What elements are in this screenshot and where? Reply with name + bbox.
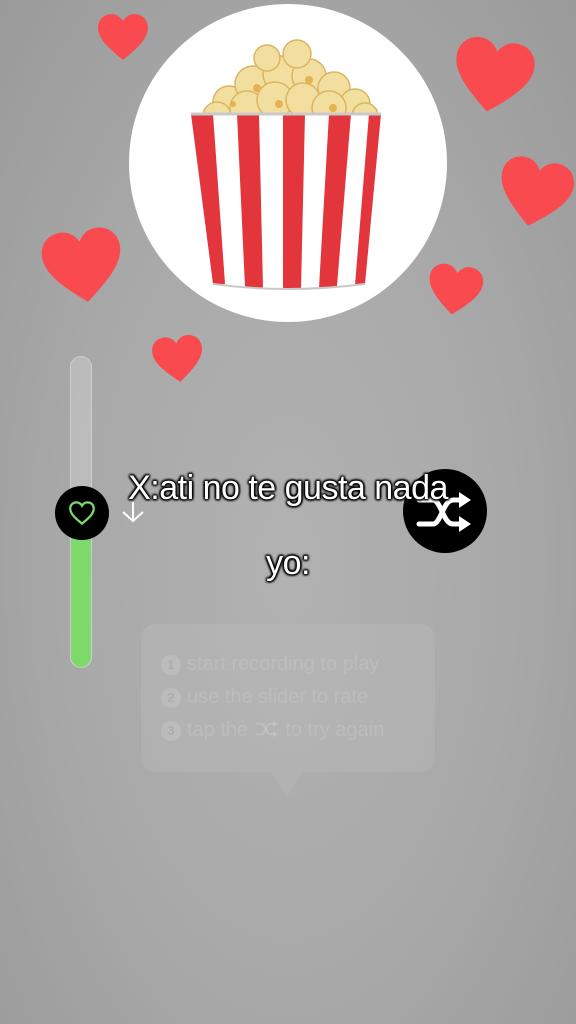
heart-sticker-icon — [501, 156, 575, 226]
heart-sticker-icon — [41, 227, 121, 302]
step-number-badge: 3 — [161, 721, 181, 741]
instructions-tooltip: 1 start recording to play 2 use the slider… — [141, 624, 435, 772]
step-text: use the slider to rate — [187, 686, 369, 708]
popcorn-icon — [191, 39, 381, 290]
heart-sticker-icon — [152, 335, 202, 382]
tooltip-pointer — [271, 772, 303, 796]
filter-image-circle — [129, 4, 447, 322]
instruction-step-2: 2 use the slider to rate — [161, 685, 368, 709]
heart-sticker-icon — [456, 36, 535, 112]
step-text: to try again — [285, 719, 385, 741]
step-number-badge: 2 — [161, 688, 181, 708]
instruction-step-3: 3 tap the to try again — [161, 718, 384, 742]
instruction-step-1: 1 start recording to play — [161, 652, 379, 676]
step-number-badge: 1 — [161, 655, 181, 675]
step-text: tap the — [187, 719, 249, 741]
shuffle-icon — [255, 720, 279, 738]
caption-line-2: yo: — [266, 544, 310, 582]
caption-line-1: X:ati no te gusta nada — [128, 469, 448, 507]
step-text: start recording to play — [187, 653, 380, 675]
